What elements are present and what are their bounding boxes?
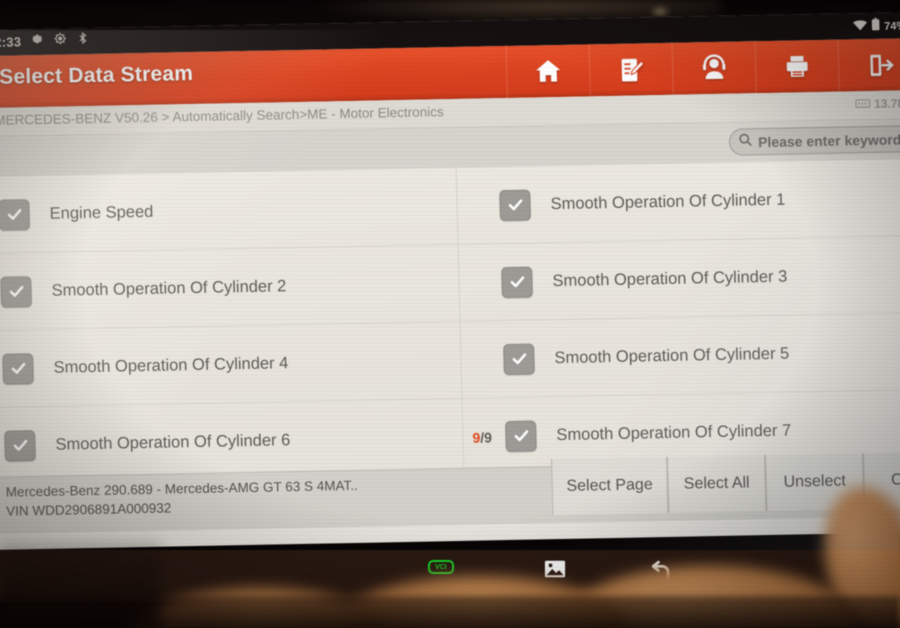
list-item-label: Smooth Operation Of Cylinder 4 (53, 353, 289, 377)
bluetooth-icon (76, 31, 89, 50)
exit-button[interactable] (837, 38, 900, 92)
list-item-label: Smooth Operation Of Cylinder 7 (556, 421, 792, 444)
support-button[interactable] (671, 41, 756, 95)
select-all-button[interactable]: Select All (667, 455, 767, 513)
list-column-left: Engine Speed Smooth Operation Of Cylinde… (0, 167, 464, 485)
list-item[interactable]: Smooth Operation Of Cylinder 3 (458, 235, 900, 322)
printer-icon (784, 53, 811, 79)
tablet-screen: 2:33 74% Select Data Stream MERCEDES-BEN… (0, 12, 900, 550)
vci-connection-icon: VCI (428, 560, 454, 574)
search-placeholder: Please enter keyword (757, 130, 900, 150)
battery-icon (871, 17, 880, 36)
checkbox-checked-icon[interactable] (4, 429, 36, 462)
breadcrumb: MERCEDES-BENZ V50.26 > Automatically Sea… (0, 104, 444, 128)
exit-icon (866, 51, 894, 79)
vehicle-info: Mercedes-Benz 290.689 - Mercedes-AMG GT … (5, 477, 358, 521)
note-edit-icon (617, 56, 645, 84)
status-bar-right: 74% (853, 17, 900, 36)
vci-connection-button[interactable]: VCI (428, 560, 454, 574)
status-bar-clock: 2:33 (0, 34, 22, 50)
select-page-button[interactable]: Select Page (550, 456, 669, 516)
voltage-value: 13.78V (873, 96, 900, 111)
status-bar-left: 2:33 (0, 31, 89, 52)
checkbox-checked-icon[interactable] (505, 419, 537, 452)
list-item-label: Smooth Operation Of Cylinder 1 (550, 190, 786, 213)
list-item[interactable]: Engine Speed (0, 167, 458, 254)
total-count: 9 (483, 429, 493, 446)
checkbox-checked-icon[interactable] (0, 275, 33, 308)
shadow-bottom (0, 596, 900, 628)
list-item-label: Smooth Operation Of Cylinder 3 (552, 267, 788, 290)
photo-scene: 2:33 74% Select Data Stream MERCEDES-BEN… (0, 0, 900, 628)
checkbox-checked-icon[interactable] (0, 198, 31, 231)
battery-voltage-icon (855, 97, 871, 111)
data-stream-list: Engine Speed Smooth Operation Of Cylinde… (0, 158, 900, 485)
home-button[interactable] (505, 44, 590, 98)
checkbox-checked-icon[interactable] (499, 189, 531, 221)
list-item[interactable]: Smooth Operation Of Cylinder 4 (0, 321, 462, 408)
list-item[interactable]: Smooth Operation Of Cylinder 1 (456, 158, 900, 245)
screenshot-icon (544, 560, 566, 583)
settings-cog-icon (53, 31, 67, 50)
list-item[interactable]: Smooth Operation Of Cylinder 2 (0, 244, 460, 331)
list-item-label: Smooth Operation Of Cylinder 2 (51, 276, 287, 300)
support-headset-icon (700, 54, 729, 83)
screenshot-button[interactable] (544, 560, 566, 583)
battery-percent-label: 74% (884, 20, 900, 33)
home-icon (534, 57, 563, 86)
checkbox-checked-icon[interactable] (503, 342, 535, 375)
selection-counter: 9/9 (472, 429, 492, 445)
search-input[interactable]: Please enter keyword (728, 124, 900, 156)
list-item-label: Engine Speed (49, 202, 154, 223)
list-item[interactable]: Smooth Operation Of Cylinder 5 (460, 312, 900, 399)
gear-icon (30, 32, 44, 51)
checkbox-checked-icon[interactable] (501, 266, 533, 298)
header-toolbar (505, 38, 900, 98)
search-icon (738, 132, 754, 152)
list-item-label: Smooth Operation Of Cylinder 6 (55, 430, 291, 454)
checkbox-checked-icon[interactable] (2, 352, 34, 385)
page-title: Select Data Stream (0, 61, 194, 89)
list-column-right: Smooth Operation Of Cylinder 1 Smooth Op… (455, 158, 900, 476)
print-button[interactable] (754, 39, 839, 94)
wifi-icon (853, 18, 868, 36)
list-item-label: Smooth Operation Of Cylinder 5 (554, 344, 790, 367)
voltage-indicator: 13.78V (855, 96, 900, 111)
notes-button[interactable] (588, 42, 673, 97)
